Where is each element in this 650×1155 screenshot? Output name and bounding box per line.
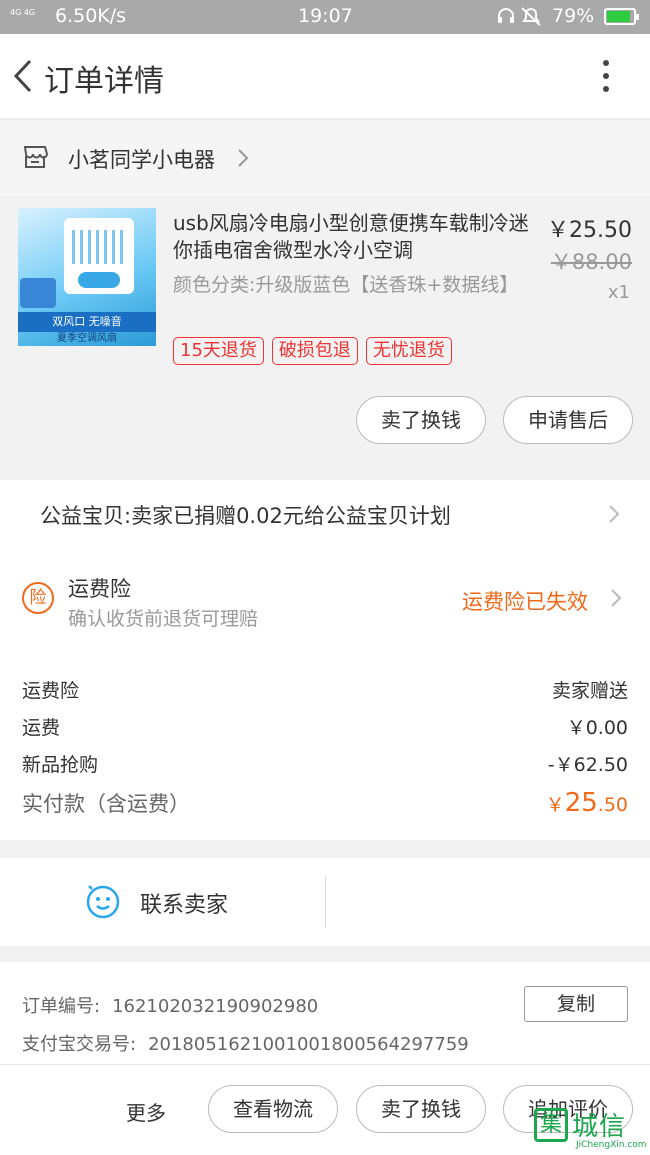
total-row: 实付款（含运费） ￥25.50 <box>22 788 628 828</box>
alipay-number: 2018051621001001800564297759 <box>148 1034 469 1055</box>
insurance-subtitle: 确认收货前退货可理赔 <box>68 608 259 630</box>
chevron-right-icon <box>238 149 249 167</box>
store-name[interactable]: 小茗同学小电器 <box>68 144 215 174</box>
contact-bar: 联系卖家 <box>0 858 650 946</box>
fee-row: 运费 ￥0.00 <box>22 713 628 743</box>
store-row[interactable]: 小茗同学小电器 <box>0 120 650 196</box>
shipping-insurance-row[interactable]: 险 运费险 确认收货前退货可理赔 运费险已失效 <box>0 548 650 648</box>
total-label: 实付款（含运费） <box>22 792 190 816</box>
insurance-status[interactable]: 运费险已失效 <box>462 586 588 616</box>
divider <box>325 876 326 928</box>
app-header: 订单详情 <box>0 34 650 118</box>
page-title: 订单详情 <box>44 64 164 99</box>
network-speed: 6.50K/s <box>55 5 127 27</box>
product-spec: 颜色分类:升级版蓝色【送香珠+数据线】 <box>173 274 519 296</box>
chat-bubble-icon[interactable] <box>86 885 120 919</box>
badge-damage-return: 破损包退 <box>271 337 358 365</box>
chevron-right-icon <box>611 589 622 607</box>
watermark-url: JiChengXin.com <box>576 1140 647 1150</box>
product-title[interactable]: usb风扇冷电扇小型创意便携车载制冷迷你插电宿舍微型水冷小空调 <box>173 210 537 264</box>
more-vertical-icon[interactable] <box>596 58 616 96</box>
more-button[interactable]: 更多 <box>126 1097 166 1126</box>
order-number-label: 订单编号: <box>22 996 101 1017</box>
shop-icon <box>23 146 48 168</box>
after-sale-button[interactable]: 申请售后 <box>503 396 633 444</box>
product-card[interactable]: 双风口 无噪音 夏季空调风扇 usb风扇冷电扇小型创意便携车载制冷迷你插电宿舍微… <box>0 196 650 464</box>
view-logistics-button[interactable]: 查看物流 <box>208 1085 338 1133</box>
total-amount: ￥25.50 <box>545 788 628 818</box>
headset-mute-icons <box>496 5 544 32</box>
copy-button[interactable]: 复制 <box>524 986 628 1022</box>
contact-seller-button[interactable]: 联系卖家 <box>140 887 228 919</box>
fee-label: 运费险 <box>22 680 80 702</box>
fee-value: -￥62.50 <box>547 754 628 776</box>
product-price: ￥25.50 <box>547 218 632 243</box>
charity-row[interactable]: 公益宝贝:卖家已捐赠0.02元给公益宝贝计划 <box>0 480 650 548</box>
resell-button[interactable]: 卖了换钱 <box>356 396 486 444</box>
fee-summary: 运费险 卖家赠送 运费 ￥0.00 新品抢购 -￥62.50 实付款（含运费） … <box>0 648 650 840</box>
watermark-icon: 集 <box>534 1108 568 1142</box>
original-price: ￥88.00 <box>550 250 632 274</box>
resell-button-bottom[interactable]: 卖了换钱 <box>356 1085 486 1133</box>
badge-15day-return: 15天退货 <box>173 337 264 365</box>
battery-percent: 79% <box>552 5 595 27</box>
chevron-right-icon <box>609 505 620 523</box>
fee-label: 运费 <box>22 717 61 739</box>
quantity: x1 <box>607 282 630 303</box>
order-info: 订单编号: 162102032190902980 复制 支付宝交易号: 201805… <box>0 962 650 1072</box>
charity-text: 公益宝贝:卖家已捐赠0.02元给公益宝贝计划 <box>40 504 451 528</box>
watermark-logo: 集 城信 JiChengXin.com <box>532 1104 650 1155</box>
fee-row: 新品抢购 -￥62.50 <box>22 750 628 780</box>
chevron-left-icon[interactable] <box>12 58 34 94</box>
order-number-row: 订单编号: 162102032190902980 <box>22 992 318 1018</box>
fee-label: 新品抢购 <box>22 754 99 776</box>
insurance-icon: 险 <box>22 582 54 614</box>
image-caption: 夏季空调风扇 <box>57 333 117 344</box>
image-banner: 双风口 无噪音 <box>18 312 156 332</box>
service-badges: 15天退货 破损包退 无忧退货 <box>173 337 460 365</box>
fee-value: 卖家赠送 <box>551 680 628 702</box>
order-number: 162102032190902980 <box>112 996 319 1017</box>
status-bar: 4G 4G 6.50K/s 19:07 79% <box>0 0 650 34</box>
product-image[interactable]: 双风口 无噪音 夏季空调风扇 <box>18 208 156 346</box>
badge-worry-free-return: 无忧退货 <box>365 337 452 365</box>
watermark-text: 城信 <box>572 1112 627 1142</box>
insurance-title: 运费险 <box>68 577 131 601</box>
clock: 19:07 <box>298 5 353 27</box>
alipay-number-label: 支付宝交易号: <box>22 1034 137 1055</box>
battery-icon <box>604 8 639 25</box>
fee-row: 运费险 卖家赠送 <box>22 676 628 706</box>
alipay-number-row: 支付宝交易号: 2018051621001001800564297759 <box>22 1030 469 1056</box>
fee-value: ￥0.00 <box>566 717 628 739</box>
signal-icon: 4G 4G <box>10 8 36 17</box>
